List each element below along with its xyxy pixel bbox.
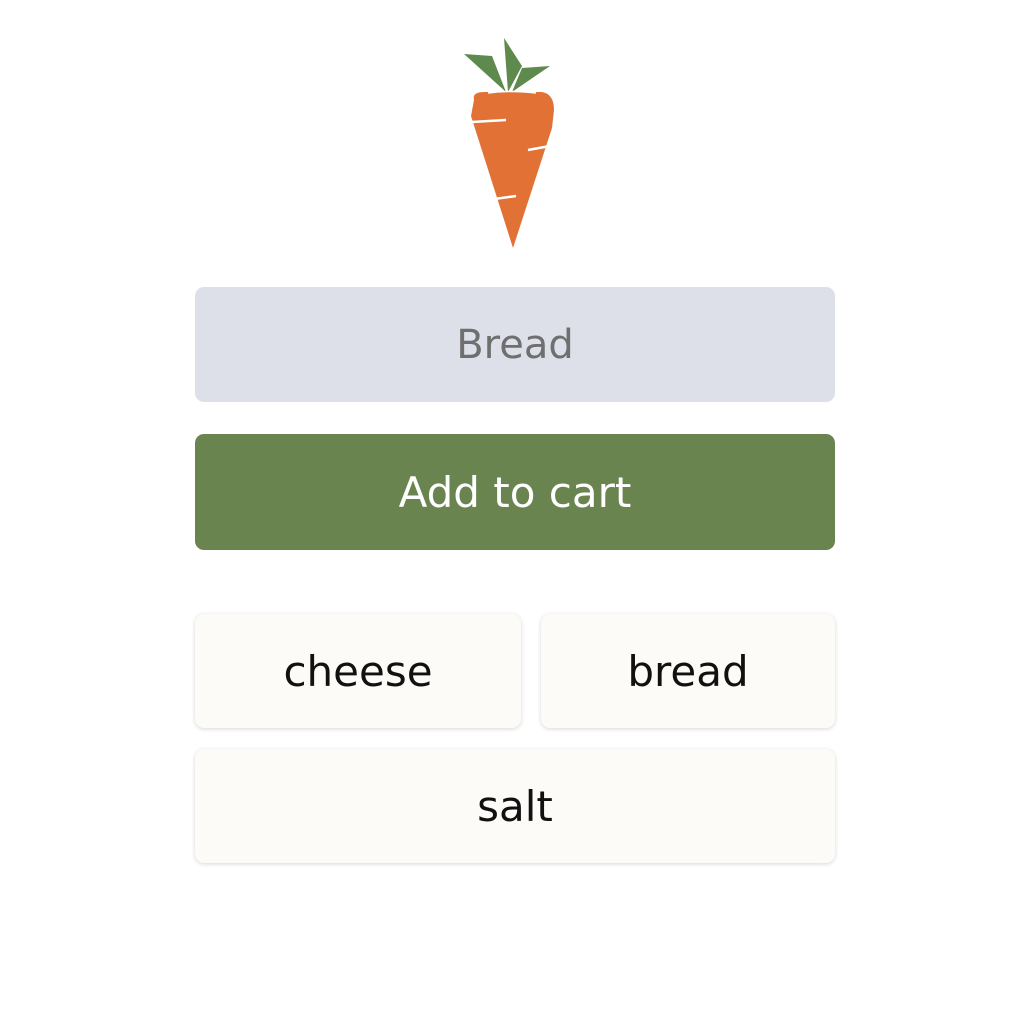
carrot-logo-graphic [464, 38, 554, 248]
item-chip-salt[interactable]: salt [195, 749, 835, 863]
add-to-cart-button[interactable]: Add to cart [195, 434, 835, 550]
item-chip-cheese[interactable]: cheese [195, 614, 521, 728]
carrot-icon [458, 36, 558, 252]
app-root: Add to cart cheese bread salt [0, 0, 1018, 1018]
item-input[interactable] [195, 287, 835, 402]
item-chip-bread[interactable]: bread [541, 614, 835, 728]
